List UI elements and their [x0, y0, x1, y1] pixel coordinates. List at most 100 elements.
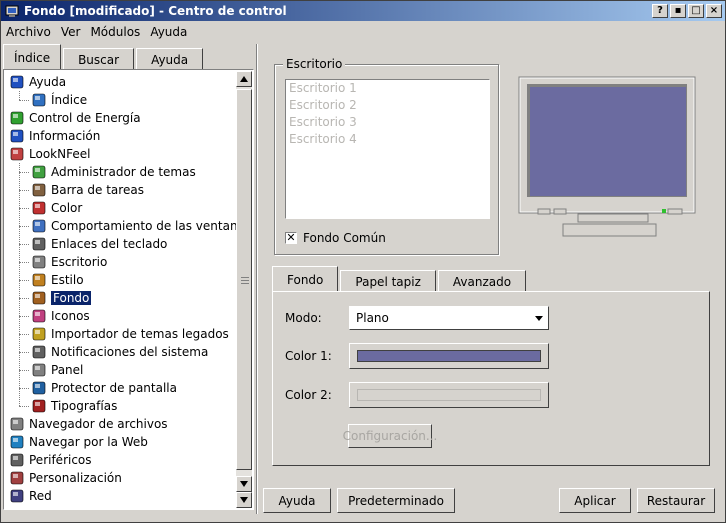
tree-item-label: Periféricos	[29, 453, 92, 467]
down-arrow-icon	[240, 497, 248, 503]
tree-connector	[19, 298, 29, 299]
common-background-checkbox-row[interactable]: ✕ Fondo Común	[285, 231, 386, 245]
tree-item-label: Personalización	[29, 471, 122, 485]
color2-label: Color 2:	[285, 388, 332, 402]
list-item[interactable]: Escritorio 2	[286, 97, 489, 114]
tree-item-index[interactable]: Índice	[31, 91, 87, 109]
tree-connector	[19, 190, 29, 191]
tree-connector	[19, 262, 29, 263]
info-icon	[9, 128, 25, 144]
tree-item-label: Protector de pantalla	[51, 381, 177, 395]
tree-item-label: LookNFeel	[29, 147, 91, 161]
scroll-down-button-2[interactable]	[236, 492, 252, 508]
scroll-down-button[interactable]	[236, 476, 252, 492]
tab-indice[interactable]: Índice	[3, 44, 62, 70]
tree-item-label: Panel	[51, 363, 84, 377]
color2-swatch	[357, 389, 541, 401]
panel-icon	[31, 362, 47, 378]
tree-item-screensaver[interactable]: Protector de pantalla	[31, 379, 177, 397]
help-window-button[interactable]: ?	[652, 3, 668, 18]
tree-item-taskbar[interactable]: Barra de tareas	[31, 181, 144, 199]
desktop-list[interactable]: Escritorio 1 Escritorio 2 Escritorio 3 E…	[285, 79, 490, 219]
color1-button[interactable]	[349, 343, 549, 369]
taskbar-icon	[31, 182, 47, 198]
menu-ver[interactable]: Ver	[61, 25, 81, 39]
tree-item-panel[interactable]: Panel	[31, 361, 83, 379]
reset-button[interactable]: Restaurar	[637, 488, 715, 513]
tree-item-themes[interactable]: Administrador de temas	[31, 163, 196, 181]
menu-bar: Archivo Ver Módulos Ayuda	[0, 21, 726, 42]
tree-item-label: Comportamiento de las ventanas	[51, 219, 237, 233]
module-tree[interactable]: Ayuda Índice Control de Energía Información…	[5, 71, 237, 508]
tree-connector	[19, 100, 29, 101]
tree-item-notifications[interactable]: Notificaciones del sistema	[31, 343, 208, 361]
scroll-thumb[interactable]	[236, 89, 252, 470]
menu-archivo[interactable]: Archivo	[6, 25, 51, 39]
apply-button[interactable]: Aplicar	[559, 488, 631, 513]
mode-select[interactable]: Plano	[349, 306, 549, 330]
down-arrow-icon	[240, 481, 248, 487]
tree-connector	[19, 280, 29, 281]
screensaver-icon	[31, 380, 47, 396]
tree-item-file-browser[interactable]: Navegador de archivos	[9, 415, 168, 433]
background-tab-bar: Fondo Papel tapiz Avanzado	[272, 266, 528, 292]
tab-fondo[interactable]: Fondo	[272, 266, 339, 292]
tree-item-network[interactable]: Red	[9, 487, 52, 505]
tree-connector	[19, 370, 29, 371]
scroll-up-button[interactable]	[236, 71, 252, 87]
tree-item-desktop[interactable]: Escritorio	[31, 253, 107, 271]
color1-swatch	[357, 350, 541, 362]
common-background-checkbox[interactable]: ✕	[285, 232, 297, 244]
monitor-preview	[518, 76, 698, 238]
tree-item-keyboard[interactable]: Enlaces del teclado	[31, 235, 167, 253]
tree-item-style[interactable]: Estilo	[31, 271, 84, 289]
tree-item-peripherals[interactable]: Periféricos	[9, 451, 92, 469]
list-item[interactable]: Escritorio 4	[286, 131, 489, 148]
tab-ayuda[interactable]: Ayuda	[136, 48, 204, 70]
help-button[interactable]: Ayuda	[263, 488, 331, 513]
tree-item-theme-import[interactable]: Importador de temas legados	[31, 325, 229, 343]
tree-item-label: Fondo	[51, 291, 92, 305]
menu-modulos[interactable]: Módulos	[90, 25, 140, 39]
tree-item-window-behavior[interactable]: Comportamiento de las ventanas	[31, 217, 237, 235]
panel-splitter[interactable]	[256, 44, 258, 514]
desktop-group-title: Escritorio	[283, 57, 346, 71]
tree-item-label: Administrador de temas	[51, 165, 196, 179]
tree-item-fonts[interactable]: Tipografías	[31, 397, 117, 415]
tree-item-label: Importador de temas legados	[51, 327, 229, 341]
color2-button[interactable]	[349, 382, 549, 408]
control-center-icon[interactable]	[4, 3, 20, 19]
minimize-button[interactable]: ▪	[670, 3, 686, 18]
tree-connector	[19, 352, 29, 353]
tree-connector	[19, 406, 29, 407]
mode-row: Modo: Plano	[285, 306, 549, 330]
tree-item-color[interactable]: Color	[31, 199, 82, 217]
tree-connector	[19, 172, 29, 173]
web-icon	[9, 434, 25, 450]
window-behavior-icon	[31, 218, 47, 234]
tree-item-icons[interactable]: Iconos	[31, 307, 90, 325]
menu-ayuda[interactable]: Ayuda	[150, 25, 187, 39]
tree-item-web[interactable]: Navegar por la Web	[9, 433, 148, 451]
tree-item-looknfeel[interactable]: LookNFeel	[9, 145, 90, 163]
maximize-button[interactable]: □	[688, 3, 704, 18]
looknfeel-icon	[9, 146, 25, 162]
tree-item-help[interactable]: Ayuda	[9, 73, 66, 91]
close-button[interactable]: ×	[706, 3, 722, 18]
default-button[interactable]: Predeterminado	[337, 488, 455, 513]
tree-item-personalization[interactable]: Personalización	[9, 469, 122, 487]
tree-item-label: Iconos	[51, 309, 90, 323]
tree-item-power[interactable]: Control de Energía	[9, 109, 141, 127]
list-item[interactable]: Escritorio 1	[286, 80, 489, 97]
list-item[interactable]: Escritorio 3	[286, 114, 489, 131]
tab-buscar[interactable]: Buscar	[63, 48, 135, 70]
tree-item-label: Red	[29, 489, 52, 503]
tab-avanzado[interactable]: Avanzado	[437, 270, 527, 292]
tab-papel-tapiz[interactable]: Papel tapiz	[340, 270, 436, 292]
tree-trunk	[19, 91, 20, 100]
themes-icon	[31, 164, 47, 180]
tree-scrollbar[interactable]	[236, 71, 252, 508]
configuration-button[interactable]: Configuración...	[343, 424, 437, 448]
tree-item-background[interactable]: Fondo	[31, 289, 92, 307]
tree-item-info[interactable]: Información	[9, 127, 100, 145]
